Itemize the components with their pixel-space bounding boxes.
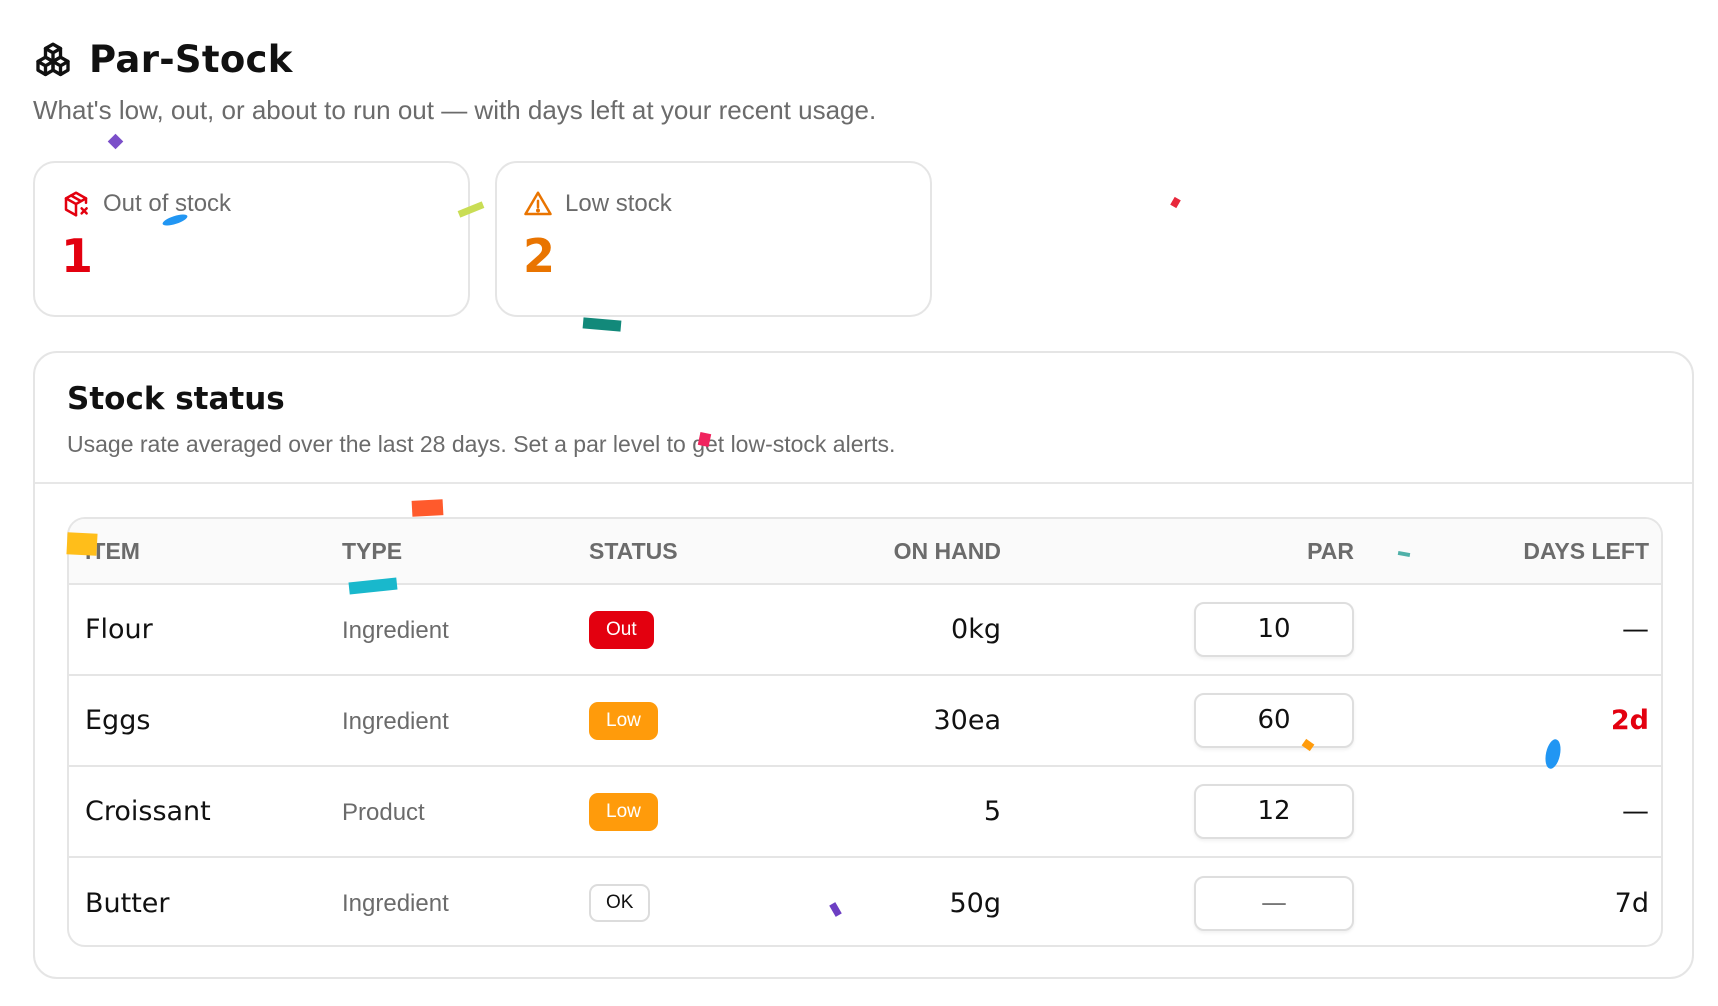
item-name: Flour — [85, 614, 153, 645]
panel-header: Stock status Usage rate averaged over th… — [35, 353, 1692, 484]
stock-status-panel: Stock status Usage rate averaged over th… — [33, 351, 1694, 979]
status-badge: Low — [589, 792, 658, 831]
par-input[interactable]: 10 — [1194, 602, 1354, 657]
title-row: Par-Stock — [33, 38, 876, 81]
status-badge: OK — [589, 884, 651, 922]
table-row[interactable]: Butter Ingredient OK 50g — 7d — [69, 857, 1661, 945]
days-left-value: 7d — [1614, 887, 1649, 919]
out-of-stock-count: 1 — [61, 229, 94, 283]
table-row[interactable]: Croissant Product Low 5 12 — — [69, 766, 1661, 857]
panel-title: Stock status — [67, 381, 285, 417]
package-x-icon — [61, 189, 91, 219]
panel-description: Usage rate averaged over the last 28 day… — [67, 431, 896, 457]
confetti-piece — [1170, 196, 1181, 209]
item-type: Ingredient — [342, 616, 449, 644]
column-header-on-hand[interactable]: On hand — [739, 519, 1001, 585]
table-header-row: Item Type Status On hand Par Days left — [69, 519, 1661, 585]
par-input[interactable]: 60 — [1194, 693, 1354, 748]
confetti-piece — [66, 532, 98, 556]
summary-cards: Out of stock 1 Low stock 2 — [33, 161, 932, 317]
stock-table-container: Item Type Status On hand Par Days left F… — [67, 517, 1663, 947]
item-name: Eggs — [85, 705, 151, 736]
column-header-status[interactable]: Status — [589, 519, 739, 585]
boxes-icon — [33, 40, 73, 80]
days-left-value: — — [1622, 614, 1649, 645]
low-stock-count: 2 — [523, 229, 556, 283]
table-row[interactable]: Flour Ingredient Out 0kg 10 — — [69, 584, 1661, 675]
column-header-type[interactable]: Type — [342, 519, 589, 585]
card-header: Out of stock — [61, 189, 442, 219]
column-header-item[interactable]: Item — [69, 519, 342, 585]
page-header: Par-Stock What's low, out, or about to r… — [33, 38, 876, 126]
item-name: Butter — [85, 887, 170, 919]
table-row[interactable]: Eggs Ingredient Low 30ea 60 2d — [69, 675, 1661, 766]
item-name: Croissant — [85, 796, 211, 827]
status-badge: Low — [589, 701, 658, 740]
item-type: Product — [342, 798, 425, 826]
item-type: Ingredient — [342, 890, 449, 917]
stock-table: Item Type Status On hand Par Days left F… — [69, 519, 1661, 945]
card-label: Low stock — [565, 190, 672, 217]
confetti-piece — [107, 133, 124, 150]
days-left-value: — — [1622, 796, 1649, 827]
card-header: Low stock — [523, 189, 904, 219]
on-hand-value: 5 — [983, 796, 1001, 827]
page-title: Par-Stock — [89, 38, 293, 81]
item-type: Ingredient — [342, 707, 449, 735]
days-left-value: 2d — [1610, 705, 1649, 736]
column-header-par[interactable]: Par — [1001, 519, 1354, 585]
low-stock-card[interactable]: Low stock 2 — [495, 161, 932, 317]
confetti-piece — [582, 317, 622, 332]
par-input[interactable]: — — [1194, 875, 1354, 931]
on-hand-value: 30ea — [933, 705, 1001, 736]
on-hand-value: 50g — [949, 887, 1002, 919]
confetti-piece — [411, 499, 444, 517]
par-stock-page: Par-Stock What's low, out, or about to r… — [0, 0, 1718, 1006]
card-label: Out of stock — [103, 190, 232, 217]
status-badge: Out — [589, 610, 654, 649]
par-input[interactable]: 12 — [1194, 784, 1354, 839]
out-of-stock-card[interactable]: Out of stock 1 — [33, 161, 470, 317]
on-hand-value: 0kg — [951, 614, 1001, 645]
page-subtitle: What's low, out, or about to run out — w… — [33, 95, 877, 125]
alert-triangle-icon — [523, 189, 553, 219]
